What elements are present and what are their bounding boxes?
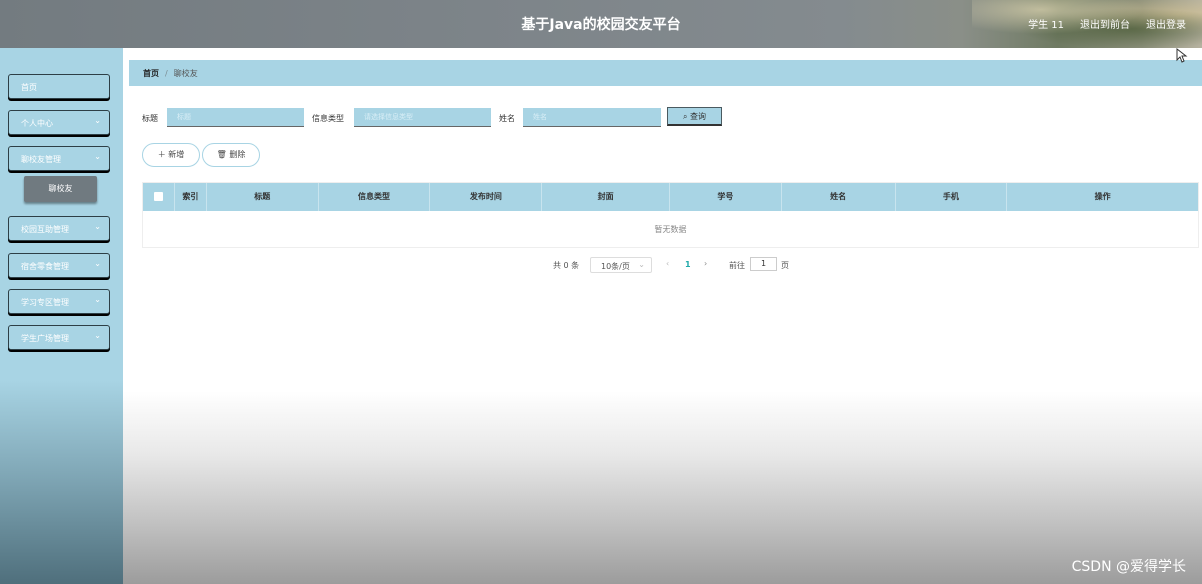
- search-icon: ⌕: [682, 112, 688, 121]
- query-button-label: 查询: [690, 112, 707, 121]
- watermark: CSDN @爱得学长: [1071, 559, 1186, 575]
- sidebar-item-label: 个人中心: [21, 119, 53, 128]
- column-header: 标题: [207, 183, 319, 211]
- add-button[interactable]: ＋ 新增: [142, 143, 200, 167]
- prev-page-icon[interactable]: ‹: [666, 259, 669, 268]
- chevron-down-icon: ⌄: [94, 116, 101, 125]
- goto-page-input[interactable]: 1: [750, 257, 777, 271]
- mouse-cursor-icon: [1176, 48, 1188, 63]
- exit-to-front-link[interactable]: 退出到前台: [1080, 16, 1130, 31]
- breadcrumb: 首页 / 聊校友: [129, 60, 1202, 86]
- chevron-down-icon: ⌄: [94, 259, 101, 268]
- column-header: 索引: [175, 183, 207, 211]
- delete-button-label: 删除: [229, 150, 246, 159]
- title-label: 标题: [142, 114, 158, 123]
- delete-button[interactable]: 🗑 删除: [202, 143, 260, 167]
- chevron-down-icon: ⌄: [638, 260, 645, 269]
- main-content: 首页 / 聊校友 标题 信息类型 姓名 ⌕ 查询 ＋ 新增 🗑 删除 索引 标题 信…: [123, 48, 1202, 584]
- chevron-down-icon: ⌄: [94, 331, 101, 340]
- pagination: 共 0 条 10条/页 ⌄ ‹ 1 › 前往 1 页: [123, 257, 1202, 275]
- chevron-down-icon: ⌄: [94, 152, 101, 161]
- sidebar-item-dorm-snacks[interactable]: 宿舍零食管理 ⌄: [8, 253, 110, 278]
- column-header: 姓名: [782, 183, 896, 211]
- column-header: 信息类型: [319, 183, 431, 211]
- data-table: 索引 标题 信息类型 发布时间 封面 学号 姓名 手机 操作 暂无数据: [142, 182, 1199, 248]
- chevron-down-icon: ⌄: [94, 222, 101, 231]
- user-menu: 学生 11 退出到前台 退出登录: [1028, 16, 1186, 31]
- goto-label: 前往: [729, 261, 745, 270]
- page-size-select[interactable]: 10条/页 ⌄: [590, 257, 652, 273]
- table-header: 索引 标题 信息类型 发布时间 封面 学号 姓名 手机 操作: [143, 183, 1198, 211]
- sidebar-item-personal-center[interactable]: 个人中心 ⌄: [8, 110, 110, 135]
- breadcrumb-separator: /: [165, 69, 168, 78]
- column-header: 操作: [1094, 192, 1111, 201]
- page-number[interactable]: 1: [685, 260, 691, 269]
- sidebar-item-label: 学习专区管理: [21, 298, 69, 307]
- sidebar-item-label: 首页: [21, 83, 37, 92]
- sidebar-item-student-square[interactable]: 学生广场管理 ⌄: [8, 325, 110, 350]
- column-header: 封面: [542, 183, 670, 211]
- plus-icon: ＋: [157, 150, 166, 159]
- sidebar-subitem-friends[interactable]: 聊校友: [24, 176, 97, 202]
- sidebar-item-home[interactable]: 首页: [8, 74, 110, 99]
- next-page-icon[interactable]: ›: [704, 259, 707, 268]
- type-label: 信息类型: [312, 114, 344, 123]
- goto-unit: 页: [781, 261, 789, 270]
- chevron-down-icon: ⌄: [94, 295, 101, 304]
- add-button-label: 新增: [168, 150, 185, 159]
- empty-text: 暂无数据: [654, 225, 687, 234]
- sidebar-item-label: 校园互助管理: [21, 225, 69, 234]
- column-header: 发布时间: [430, 183, 543, 211]
- page-size-value: 10条/页: [601, 262, 630, 271]
- sidebar-item-label: 宿舍零食管理: [21, 262, 69, 271]
- select-all-checkbox[interactable]: [153, 192, 163, 201]
- sidebar: 首页 个人中心 ⌄ 聊校友管理 ⌄ 聊校友 校园互助管理 ⌄ 宿舍零食管理 ⌄ …: [0, 48, 123, 584]
- column-header: 手机: [896, 183, 1008, 211]
- sidebar-item-study-zone[interactable]: 学习专区管理 ⌄: [8, 289, 110, 314]
- sidebar-item-friend-management[interactable]: 聊校友管理 ⌄: [8, 146, 110, 171]
- title-input[interactable]: [167, 108, 304, 127]
- query-button[interactable]: ⌕ 查询: [667, 107, 722, 126]
- type-select[interactable]: [354, 108, 491, 127]
- column-header: 学号: [670, 183, 782, 211]
- breadcrumb-current: 聊校友: [173, 69, 198, 78]
- sidebar-item-campus-help[interactable]: 校园互助管理 ⌄: [8, 216, 110, 241]
- trash-icon: 🗑: [216, 150, 227, 159]
- breadcrumb-home[interactable]: 首页: [143, 69, 159, 78]
- app-title: 基于Java的校园交友平台: [521, 17, 681, 33]
- total-count: 共 0 条: [553, 261, 580, 270]
- search-form: 标题 信息类型 姓名: [123, 108, 1202, 128]
- name-label: 姓名: [499, 114, 515, 123]
- sidebar-item-label: 聊校友管理: [21, 155, 61, 164]
- select-all-column[interactable]: [143, 183, 175, 211]
- name-input[interactable]: [523, 108, 661, 127]
- sidebar-item-label: 学生广场管理: [21, 334, 69, 343]
- current-user: 学生 11: [1028, 20, 1064, 31]
- top-header: 基于Java的校园交友平台 学生 11 退出到前台 退出登录: [0, 0, 1202, 48]
- logout-link[interactable]: 退出登录: [1146, 16, 1186, 31]
